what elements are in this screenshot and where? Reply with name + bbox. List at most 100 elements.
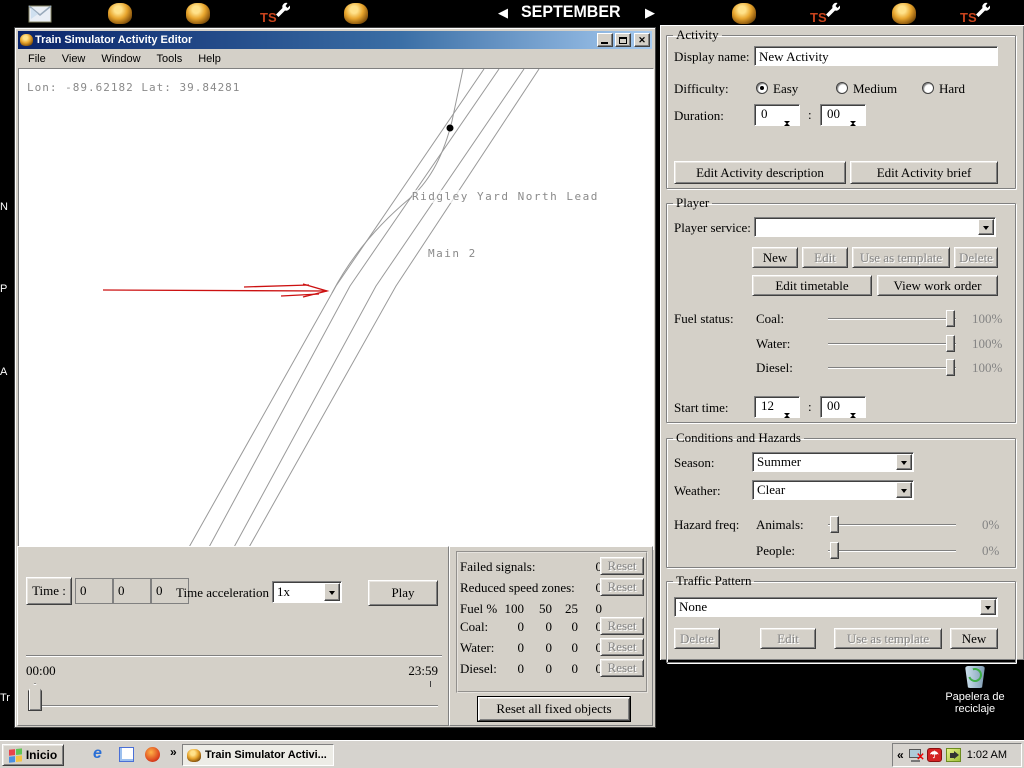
taskbar-button-activity-editor[interactable]: Train Simulator Activi...: [182, 744, 334, 766]
coal-slider-thumb[interactable]: [946, 310, 955, 327]
season-select[interactable]: Summer: [752, 452, 914, 472]
coal-slider-track[interactable]: [828, 318, 956, 320]
difficulty-hard-radio[interactable]: [922, 82, 934, 94]
water-slider-thumb[interactable]: [946, 335, 955, 352]
conditions-legend: Conditions and Hazards: [673, 430, 804, 446]
minimize-button[interactable]: [597, 33, 613, 47]
dropdown-button[interactable]: [324, 583, 340, 601]
spin-down-button[interactable]: [784, 124, 798, 142]
player-delete-button[interactable]: Delete: [954, 247, 998, 268]
duration-hours-spinner[interactable]: 0: [754, 104, 800, 126]
time-minutes-box[interactable]: 0: [113, 578, 151, 604]
player-edit-button[interactable]: Edit: [802, 247, 848, 268]
menu-help[interactable]: Help: [198, 53, 221, 65]
train-app-icon[interactable]: [108, 3, 132, 24]
player-service-select[interactable]: [754, 217, 996, 237]
start-time-hours-spinner[interactable]: 12: [754, 396, 800, 418]
reset-water-button[interactable]: Reset: [600, 638, 644, 656]
display-name-input[interactable]: New Activity: [754, 46, 998, 66]
timeline-slider-thumb[interactable]: [28, 683, 42, 711]
fuel-header-label: Fuel %: [460, 601, 497, 617]
view-work-order-button[interactable]: View work order: [877, 275, 998, 296]
time-hours-box[interactable]: 0: [75, 578, 113, 604]
player-new-button[interactable]: New: [752, 247, 798, 268]
diesel-slider-thumb[interactable]: [946, 359, 955, 376]
start-button[interactable]: Inicio: [2, 744, 64, 766]
chevron-down-icon: [983, 226, 989, 233]
track-lines-graphic: [19, 69, 655, 549]
ts-wrench-icon[interactable]: TS: [810, 2, 840, 24]
traffic-use-as-template-button[interactable]: Use as template: [834, 628, 942, 649]
dropdown-button[interactable]: [896, 454, 912, 470]
difficulty-easy-radio[interactable]: [756, 82, 768, 94]
people-slider-track[interactable]: [828, 550, 956, 552]
coal-label: Coal:: [756, 311, 784, 327]
dropdown-button[interactable]: [896, 482, 912, 498]
display-settings-icon[interactable]: [946, 748, 961, 762]
ts-wrench-icon[interactable]: TS: [960, 2, 990, 24]
clock[interactable]: 1:02 AM: [967, 749, 1007, 761]
activity-properties-panel: Activity Display name: New Activity Diff…: [660, 25, 1024, 660]
menu-tools[interactable]: Tools: [157, 53, 183, 65]
time-acceleration-select[interactable]: 1x: [272, 581, 342, 603]
timeline-slider-track[interactable]: [32, 705, 438, 707]
reset-reduced-speed-button[interactable]: Reset: [600, 578, 644, 596]
traffic-new-button[interactable]: New: [950, 628, 998, 649]
quick-launch-icon-3[interactable]: [145, 747, 160, 762]
menu-window[interactable]: Window: [101, 53, 140, 65]
traffic-groupbox: Traffic Pattern: [666, 573, 1016, 663]
train-app-icon[interactable]: [186, 3, 210, 24]
dropdown-button[interactable]: [978, 219, 994, 235]
quick-launch-overflow-chevron[interactable]: »: [170, 745, 177, 759]
duration-minutes-spinner[interactable]: 00: [820, 104, 866, 126]
edit-timetable-button[interactable]: Edit timetable: [752, 275, 872, 296]
tray-collapse-chevron[interactable]: «: [897, 748, 904, 762]
quick-launch-icon-2[interactable]: [119, 747, 134, 762]
reset-coal-button[interactable]: Reset: [600, 617, 644, 635]
dropdown-button[interactable]: [980, 599, 996, 615]
spin-down-button[interactable]: [850, 124, 864, 142]
coal-0: 0: [576, 619, 602, 635]
animals-slider-thumb[interactable]: [830, 516, 839, 533]
chevron-down-icon: [329, 591, 335, 598]
display-name-label: Display name:: [674, 49, 749, 65]
duration-hours-value: 0: [761, 106, 768, 122]
mail-icon[interactable]: [28, 5, 52, 23]
reset-all-fixed-objects-button[interactable]: Reset all fixed objects: [478, 697, 630, 721]
recycle-bin[interactable]: Papelera de reciclaje: [930, 662, 1020, 715]
maximize-button[interactable]: [615, 33, 631, 47]
weather-select[interactable]: Clear: [752, 480, 914, 500]
start-time-minutes-spinner[interactable]: 00: [820, 396, 866, 418]
train-app-icon[interactable]: [344, 3, 368, 24]
difficulty-easy-label: Easy: [773, 81, 798, 97]
train-app-icon[interactable]: [892, 3, 916, 24]
menu-view[interactable]: View: [62, 53, 86, 65]
people-label: People:: [756, 543, 795, 559]
ts-wrench-icon[interactable]: TS: [260, 2, 290, 24]
network-disconnected-icon[interactable]: ✕: [908, 748, 923, 762]
route-map-canvas[interactable]: Lon: -89.62182 Lat: 39.84281 Ridgley Yar…: [18, 68, 654, 550]
traffic-delete-button[interactable]: Delete: [674, 628, 720, 649]
antivirus-icon[interactable]: ☂: [927, 748, 942, 762]
close-button[interactable]: ✕: [634, 33, 650, 47]
water-slider-track[interactable]: [828, 343, 956, 345]
calendar-prev-arrow[interactable]: ◀: [498, 5, 508, 21]
reset-diesel-button[interactable]: Reset: [600, 659, 644, 677]
traffic-edit-button[interactable]: Edit: [760, 628, 816, 649]
calendar-next-arrow[interactable]: ▶: [645, 5, 655, 21]
diesel-slider-track[interactable]: [828, 367, 956, 369]
play-button[interactable]: Play: [368, 580, 438, 606]
difficulty-medium-radio[interactable]: [836, 82, 848, 94]
player-use-as-template-button[interactable]: Use as template: [852, 247, 950, 268]
train-app-icon[interactable]: [732, 3, 756, 24]
selected-node-dot: [447, 125, 454, 132]
edit-activity-description-button[interactable]: Edit Activity description: [674, 161, 846, 184]
edit-activity-brief-button[interactable]: Edit Activity brief: [850, 161, 998, 184]
menu-file[interactable]: File: [28, 53, 46, 65]
title-bar[interactable]: Train Simulator Activity Editor ✕: [18, 31, 652, 49]
reset-failed-signals-button[interactable]: Reset: [600, 557, 644, 575]
animals-slider-track[interactable]: [828, 524, 956, 526]
people-slider-thumb[interactable]: [830, 542, 839, 559]
traffic-pattern-select[interactable]: None: [674, 597, 998, 617]
ie-quick-launch-icon[interactable]: e: [93, 745, 102, 763]
